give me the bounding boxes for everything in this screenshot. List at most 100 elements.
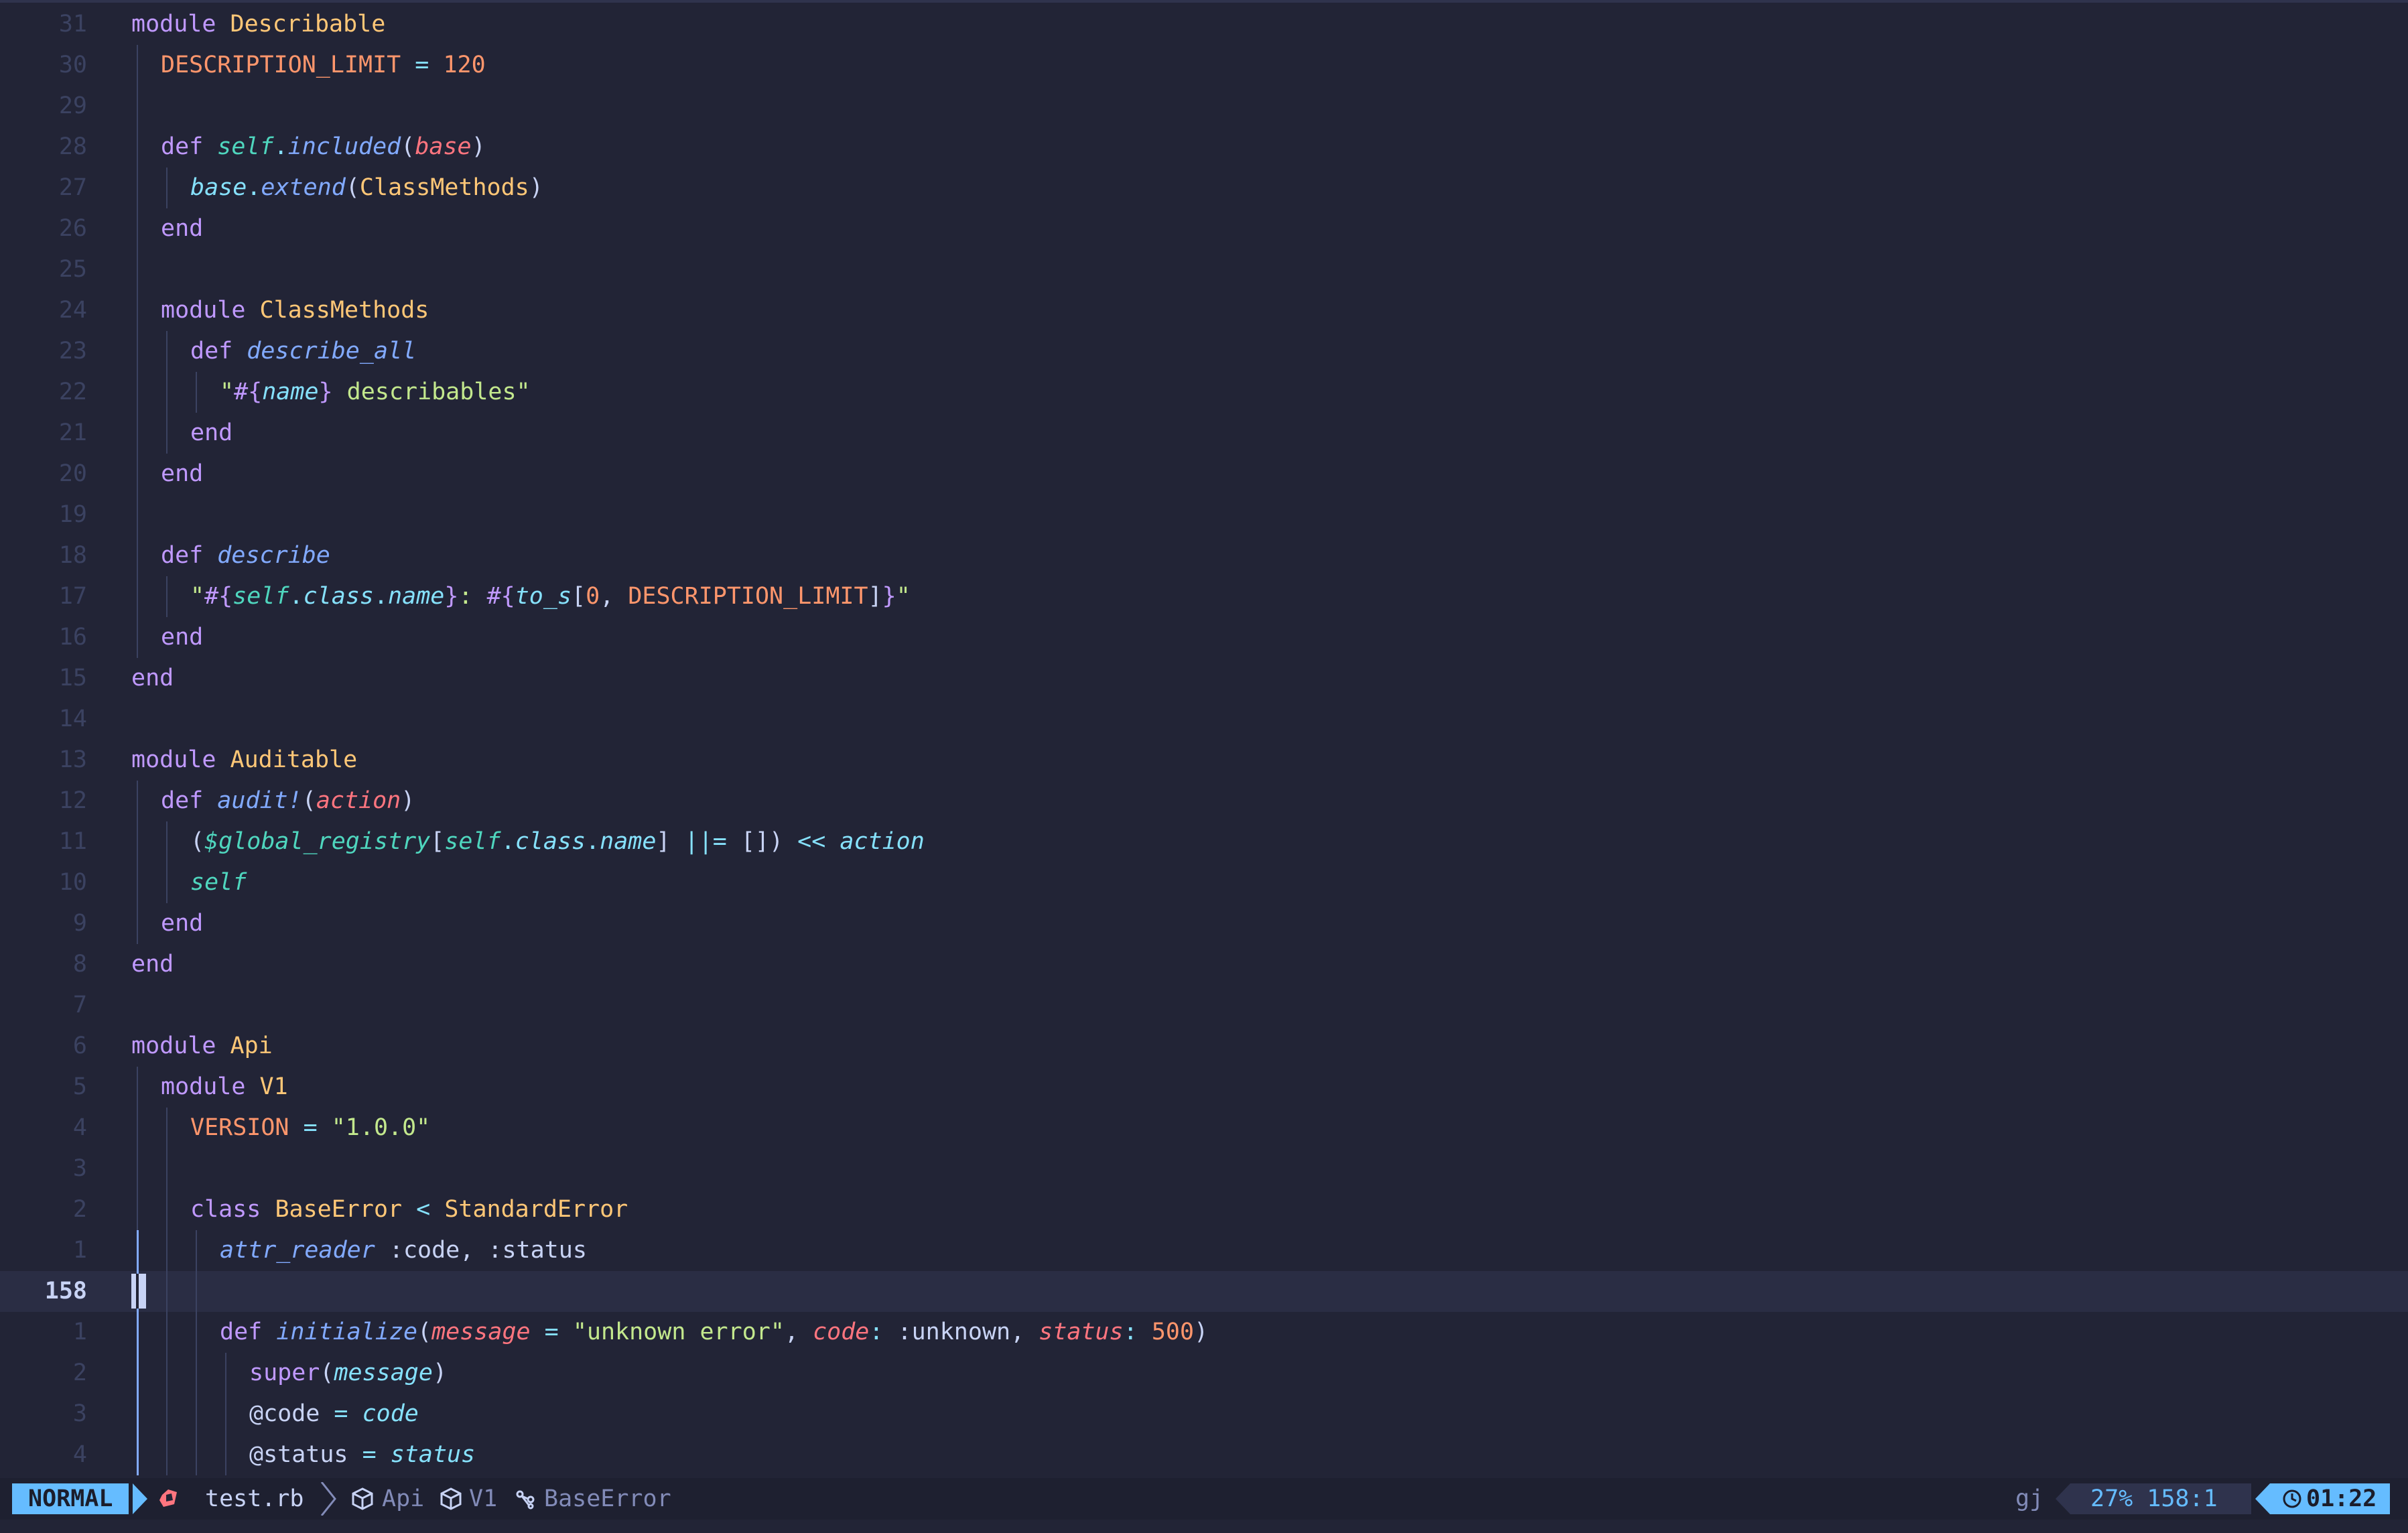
code-token: ( <box>190 828 205 855</box>
code-line[interactable]: 3 <box>0 1148 2408 1189</box>
code-line[interactable]: 8 end <box>0 944 2408 985</box>
code-token: base <box>190 174 247 201</box>
code-text[interactable]: end <box>131 944 174 985</box>
code-text[interactable]: def self.included(base) <box>161 127 486 168</box>
editor-pane[interactable]: 31 module Describable 30 DESCRIPTION_LIMIT … <box>0 0 2408 1478</box>
ruby-icon <box>158 1478 178 1520</box>
code-text[interactable]: end <box>161 454 203 494</box>
code-line[interactable]: 15 end <box>0 658 2408 699</box>
code-line[interactable]: 20 end <box>0 454 2408 494</box>
code-text[interactable]: end <box>161 617 203 658</box>
indent-guide <box>166 1394 168 1435</box>
code-token: = <box>530 1319 573 1345</box>
code-text[interactable]: @code = code <box>249 1394 419 1435</box>
code-text[interactable]: VERSION = "1.0.0" <box>190 1108 430 1148</box>
code-line[interactable]: 3 @code = code <box>0 1394 2408 1435</box>
code-token: class <box>190 1196 261 1223</box>
code-line[interactable]: 16 end <box>0 617 2408 658</box>
code-token: name <box>388 583 445 610</box>
indent-guide <box>166 168 168 208</box>
file-name[interactable]: test.rb <box>205 1478 304 1520</box>
code-text[interactable]: def initialize(message = "unknown error"… <box>220 1312 1208 1353</box>
code-line[interactable]: 19 <box>0 494 2408 535</box>
code-token: ( <box>345 174 360 201</box>
code-line[interactable]: 24 module ClassMethods <box>0 290 2408 331</box>
code-token: initialize <box>276 1319 418 1345</box>
code-line[interactable]: 28 def self.included(base) <box>0 127 2408 168</box>
code-line[interactable]: 10 self <box>0 862 2408 903</box>
code-line[interactable]: 17 "#{self.class.name}: #{to_s[0, DESCRIP… <box>0 576 2408 617</box>
code-token: , <box>460 1237 488 1264</box>
code-token: VERSION <box>190 1114 289 1141</box>
code-line[interactable]: 9 end <box>0 903 2408 944</box>
code-text[interactable]: "#{self.class.name}: #{to_s[0, DESCRIPTI… <box>190 576 911 617</box>
line-number: 23 <box>58 338 87 364</box>
code-line[interactable]: 11 ($global_registry[self.class.name] ||=… <box>0 821 2408 862</box>
line-number: 30 <box>58 52 87 78</box>
code-line[interactable]: 5 module V1 <box>0 1067 2408 1108</box>
code-text[interactable]: @status = status <box>249 1435 475 1475</box>
code-line[interactable]: 7 <box>0 985 2408 1026</box>
code-text[interactable]: DESCRIPTION_LIMIT = 120 <box>161 45 486 86</box>
code-text[interactable]: module V1 <box>161 1067 288 1108</box>
code-text[interactable]: def describe_all <box>190 331 416 372</box>
code-line[interactable]: 12 def audit!(action) <box>0 781 2408 821</box>
code-line[interactable]: 25 <box>0 249 2408 290</box>
position-separator <box>2056 1483 2070 1514</box>
indent-guide <box>137 1230 139 1271</box>
code-line[interactable]: 13 module Auditable <box>0 740 2408 781</box>
code-line[interactable]: 6 module Api <box>0 1026 2408 1067</box>
code-line[interactable]: 22 "#{name} describables" <box>0 372 2408 413</box>
code-text[interactable]: "#{name} describables" <box>220 372 531 413</box>
code-line[interactable]: 29 <box>0 86 2408 127</box>
code-line[interactable]: 1 def initialize(message = "unknown error… <box>0 1312 2408 1353</box>
breadcrumb-baseerror[interactable]: BaseError <box>544 1478 671 1520</box>
code-text[interactable]: ($global_registry[self.class.name] ||= [… <box>190 821 925 862</box>
module-icon <box>440 1478 462 1520</box>
code-text[interactable]: module ClassMethods <box>161 290 429 331</box>
code-line[interactable]: 1 attr_reader :code, :status <box>0 1230 2408 1271</box>
code-line[interactable]: 4 @status = status <box>0 1435 2408 1475</box>
code-text[interactable]: self <box>190 862 247 903</box>
code-line[interactable]: 4 VERSION = "1.0.0" <box>0 1108 2408 1148</box>
code-token: BaseError <box>275 1196 403 1223</box>
code-token: DESCRIPTION_LIMIT <box>161 52 401 78</box>
code-text[interactable]: def audit!(action) <box>161 781 415 821</box>
breadcrumb-v1[interactable]: V1 <box>469 1478 497 1520</box>
line-number: 3 <box>72 1400 87 1427</box>
line-number: 11 <box>58 828 87 855</box>
code-text[interactable]: module Auditable <box>131 740 357 781</box>
code-line[interactable]: 2 super(message) <box>0 1353 2408 1394</box>
code-token: code <box>362 1400 419 1427</box>
indent-guide <box>137 208 138 249</box>
code-token: << <box>783 828 840 855</box>
current-line[interactable]: 158 <box>0 1271 2408 1312</box>
code-line[interactable]: 31 module Describable <box>0 4 2408 45</box>
code-text[interactable]: super(message) <box>249 1353 447 1394</box>
code-line[interactable]: 30 DESCRIPTION_LIMIT = 120 <box>0 45 2408 86</box>
code-line[interactable]: 21 end <box>0 413 2408 454</box>
code-token: audit! <box>217 787 302 814</box>
breadcrumb-api[interactable]: Api <box>382 1478 424 1520</box>
indent-guide <box>166 1148 168 1189</box>
code-text[interactable]: end <box>190 413 232 454</box>
code-text[interactable]: end <box>161 903 203 944</box>
code-text[interactable]: end <box>161 208 203 249</box>
code-line[interactable]: 18 def describe <box>0 535 2408 576</box>
code-text[interactable]: base.extend(ClassMethods) <box>190 168 543 208</box>
code-token: ClassMethods <box>359 174 529 201</box>
code-line[interactable]: 14 <box>0 699 2408 740</box>
code-text[interactable]: module Api <box>131 1026 273 1067</box>
code-text[interactable]: def describe <box>161 535 330 576</box>
code-text[interactable]: end <box>131 658 174 699</box>
code-text[interactable]: module Describable <box>131 4 385 45</box>
code-line[interactable]: 27 base.extend(ClassMethods) <box>0 168 2408 208</box>
indent-guide <box>137 1353 139 1394</box>
code-text[interactable]: class BaseError < StandardError <box>190 1189 628 1230</box>
code-line[interactable]: 26 end <box>0 208 2408 249</box>
code-line[interactable]: 23 def describe_all <box>0 331 2408 372</box>
code-text[interactable]: attr_reader :code, :status <box>220 1230 587 1271</box>
line-number: 2 <box>72 1359 87 1386</box>
code-line[interactable]: 2 class BaseError < StandardError <box>0 1189 2408 1230</box>
